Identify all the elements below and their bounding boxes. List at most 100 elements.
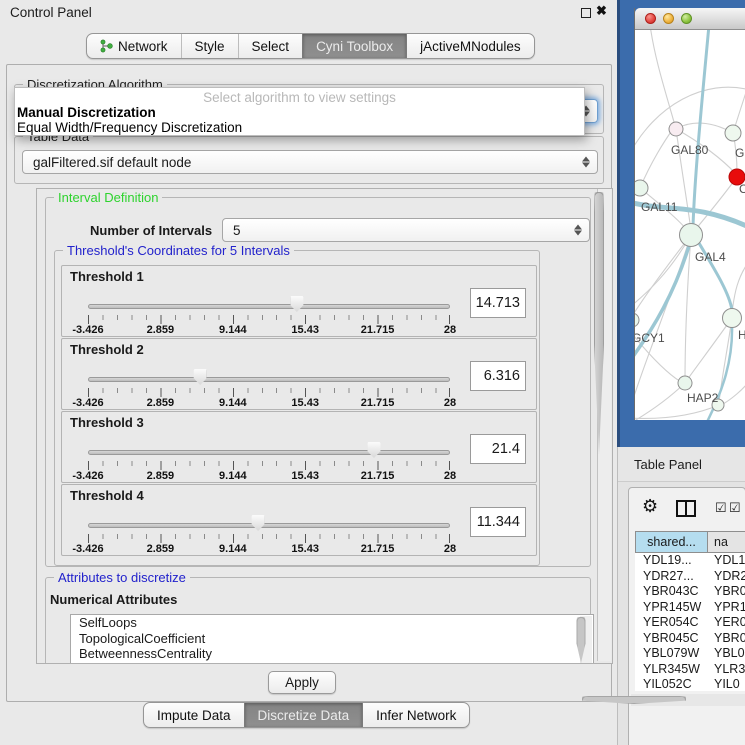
network-window-titlebar[interactable]	[635, 8, 745, 30]
table-data-combo-value: galFiltered.sif default node	[33, 155, 191, 170]
slider-track[interactable]	[88, 450, 450, 455]
node-gal4[interactable]	[680, 224, 703, 247]
tab-label: Style	[195, 39, 225, 54]
attributes-list-scrollbar[interactable]	[580, 616, 592, 664]
tab-cyni-toolbox[interactable]: Cyni Toolbox	[302, 34, 406, 58]
dropdown-option-equal-width[interactable]: Equal Width/Frequency Discretization	[15, 120, 584, 135]
apply-button[interactable]: Apply	[268, 671, 336, 694]
zoom-traffic-light-icon[interactable]	[681, 13, 692, 24]
list-item[interactable]: SelfLoops	[71, 615, 593, 631]
columns-icon[interactable]	[676, 500, 696, 517]
node-partial-g[interactable]	[725, 125, 741, 141]
tab-jactivemnodules[interactable]: jActiveMNodules	[406, 34, 534, 58]
settings-scrollbar[interactable]	[597, 189, 611, 661]
scale-tick-label: 15.43	[291, 397, 319, 409]
attributes-group-title: Attributes to discretize	[54, 570, 190, 585]
slider-track[interactable]	[88, 523, 450, 528]
scale-tick-label: 28	[444, 397, 456, 409]
network-canvas[interactable]: GAL80 G C GAL11 GAL4 GCY1 H HAP2	[635, 30, 745, 420]
threshold-1-value-field[interactable]: 14.713	[470, 288, 526, 318]
slider-thumb[interactable]	[367, 442, 380, 458]
threshold-4-value-field[interactable]: 11.344	[470, 507, 526, 537]
column-header-shared[interactable]: shared...	[635, 531, 708, 553]
threshold-4-panel: Threshold 4 -3.426 2.859 9.144 15.43 21.…	[61, 484, 537, 556]
checkbox-icon[interactable]: ☑	[715, 500, 727, 516]
close-traffic-light-icon[interactable]	[645, 13, 656, 24]
table-panel-region: Table Panel ⚙ ☑ ☑ shared... na YDL19...Y…	[617, 447, 745, 745]
close-icon[interactable]: ✖	[596, 3, 607, 19]
table-hscrollbar[interactable]	[631, 694, 745, 706]
table-row[interactable]: YDL19...YDL1	[635, 553, 745, 569]
node-label: G	[735, 146, 744, 160]
tab-impute-data[interactable]: Impute Data	[144, 703, 244, 727]
gear-icon[interactable]: ⚙	[642, 496, 658, 517]
top-tabbar: Network Style Select Cyni Toolbox jActiv…	[86, 33, 535, 59]
table-row[interactable]: YIL052CYIL0	[635, 677, 745, 691]
node-gal11[interactable]	[635, 180, 648, 196]
list-item[interactable]: TopologicalCoefficient	[71, 631, 593, 647]
tab-label: Network	[118, 39, 168, 54]
panel-title: Control Panel	[10, 5, 92, 20]
table-data-combo[interactable]: galFiltered.sif default node	[22, 150, 598, 174]
threshold-coords-group: Threshold's Coordinates for 5 Intervals …	[54, 250, 540, 566]
list-item[interactable]: BetweennessCentrality	[71, 646, 593, 662]
scrollbar-thumb[interactable]	[582, 696, 686, 704]
dropdown-option-manual[interactable]: Manual Discretization	[15, 105, 584, 120]
threshold-3-value-field[interactable]: 21.4	[470, 434, 526, 464]
table-row[interactable]: YER054CYER0	[635, 615, 745, 631]
slider-major-ticks	[88, 315, 450, 324]
threshold-label: Threshold 3	[70, 415, 144, 430]
num-intervals-value: 5	[233, 223, 241, 238]
slider-thumb[interactable]	[194, 369, 207, 385]
table-row[interactable]: YBR043CYBR0	[635, 584, 745, 600]
slider-track[interactable]	[88, 377, 450, 382]
tab-label: Select	[252, 39, 290, 54]
threshold-2-value-field[interactable]: 6.316	[470, 361, 526, 391]
table-row[interactable]: YDR27...YDR2	[635, 569, 745, 585]
table-row[interactable]: YBL079WYBL0	[635, 646, 745, 662]
node-gal80[interactable]	[669, 122, 683, 136]
tab-network[interactable]: Network	[87, 34, 181, 58]
table-panel-container: ⚙ ☑ ☑ shared... na YDL19...YDL1 YDR27...…	[628, 487, 745, 745]
column-header-name[interactable]: na	[708, 531, 745, 553]
scale-tick-label: 21.715	[361, 470, 395, 482]
scale-tick-label: 28	[444, 470, 456, 482]
scale-tick-label: 2.859	[147, 324, 175, 336]
slider-major-ticks	[88, 388, 450, 397]
slider-thumb[interactable]	[252, 515, 265, 531]
node-label: GAL80	[671, 143, 709, 157]
attributes-list[interactable]: SelfLoops TopologicalCoefficient Between…	[70, 614, 594, 664]
minimize-traffic-light-icon[interactable]	[663, 13, 674, 24]
settings-viewport: Interval Definition Number of Intervals …	[36, 188, 613, 664]
dropdown-prompt[interactable]: Select algorithm to view settings	[15, 88, 584, 105]
threshold-2-slider[interactable]: -3.426 2.859 9.144 15.43 21.715 28	[88, 361, 450, 407]
node-hap2[interactable]	[678, 376, 692, 390]
node-label: GCY1	[635, 331, 665, 345]
table-row[interactable]: YBR045CYBR0	[635, 631, 745, 647]
table-rows[interactable]: YDL19...YDL1 YDR27...YDR2 YBR043CYBR0 YP…	[635, 553, 745, 691]
node-label: C	[739, 182, 745, 196]
threshold-4-slider[interactable]: -3.426 2.859 9.144 15.43 21.715 28	[88, 507, 450, 553]
slider-track[interactable]	[88, 304, 450, 309]
float-window-icon[interactable]	[581, 8, 591, 18]
tab-infer-network[interactable]: Infer Network	[362, 703, 469, 727]
tab-select[interactable]: Select	[238, 34, 303, 58]
slider-scale: -3.426 2.859 9.144 15.43 21.715 28	[88, 397, 450, 409]
checkbox-icon[interactable]: ☑	[729, 500, 741, 516]
threshold-1-slider[interactable]: -3.426 2.859 9.144 15.43 21.715 28	[88, 288, 450, 334]
slider-thumb[interactable]	[290, 296, 303, 312]
table-row[interactable]: YLR345WYLR3	[635, 662, 745, 678]
tab-label: Cyni Toolbox	[316, 39, 393, 54]
numerical-attributes-label: Numerical Attributes	[50, 592, 177, 607]
threshold-3-slider[interactable]: -3.426 2.859 9.144 15.43 21.715 28	[88, 434, 450, 480]
combo-stepper-icon	[582, 157, 590, 168]
table-row[interactable]: YPR145WYPR1	[635, 600, 745, 616]
node-partial-h[interactable]	[723, 309, 742, 328]
num-intervals-combo[interactable]: 5	[222, 218, 590, 242]
node-gcy1[interactable]	[635, 313, 639, 327]
num-intervals-label: Number of Intervals	[90, 223, 212, 238]
scale-tick-label: 2.859	[147, 397, 175, 409]
tab-discretize-data[interactable]: Discretize Data	[244, 703, 363, 727]
network-icon	[100, 39, 113, 53]
tab-style[interactable]: Style	[181, 34, 238, 58]
